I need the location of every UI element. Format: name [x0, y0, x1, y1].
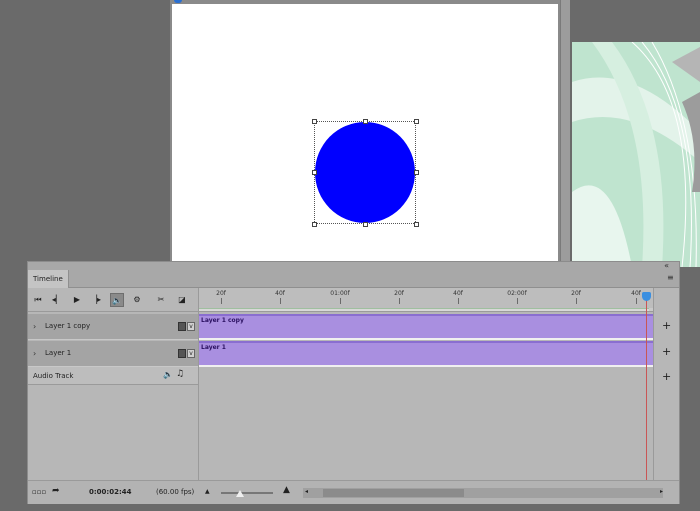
split-scissors-icon[interactable]: ✂ [154, 293, 168, 307]
film-strip-icon [178, 322, 186, 331]
panel-top-bar: « [28, 262, 679, 270]
transform-handle[interactable] [363, 119, 368, 124]
scroll-left-icon[interactable]: ◂ [305, 488, 308, 495]
panel-menu-icon[interactable]: ≡ [667, 274, 675, 282]
expand-chevron-icon[interactable]: › [33, 349, 36, 358]
play-icon[interactable]: ▶ [70, 293, 84, 307]
transform-handle[interactable] [363, 222, 368, 227]
settings-icon[interactable]: ⚙ [130, 293, 144, 307]
frame-animation-icon[interactable]: ▫▫▫ [32, 488, 46, 496]
timeline-footer: ▫▫▫ ➦ 0:00:02:44 (60.00 fps) ▲ ▲ ◂ ▸ [28, 480, 679, 504]
go-to-first-frame-icon[interactable]: ⏮ [31, 293, 45, 307]
clip-keyframe-lane [199, 365, 654, 367]
ruler-label: 02:00f [507, 290, 527, 297]
playback-controls: ⏮ ◂▏ ▶ ▕▸ 🔈 ⚙ ✂ ◪ [28, 288, 198, 312]
layer-row[interactable]: › Layer 1 copy v [28, 314, 198, 340]
playhead-handle[interactable] [642, 292, 651, 301]
audio-track-row[interactable]: Audio Track 🔈 ♫ [28, 367, 198, 385]
scrollbar-thumb[interactable] [323, 489, 464, 497]
film-strip-icon [178, 349, 186, 358]
add-audio-button[interactable]: + [662, 370, 671, 383]
audio-toggle-icon[interactable]: 🔈 [110, 293, 124, 307]
transform-handle[interactable] [312, 170, 317, 175]
ruler-label: 20f [571, 290, 581, 297]
collapse-panel-icon[interactable]: « [664, 262, 669, 270]
zoom-slider-thumb[interactable] [236, 490, 244, 497]
clip-label: Layer 1 copy [201, 317, 244, 324]
add-media-column: + + + [653, 288, 679, 480]
add-media-button[interactable]: + [662, 345, 671, 358]
speaker-icon[interactable]: 🔈 [163, 370, 173, 379]
timeline-tracks-area[interactable]: 20f 40f 01:00f 20f 40f 02:00f 20f 40f La… [198, 288, 654, 480]
audio-track-label: Audio Track [33, 372, 74, 380]
zoom-in-icon[interactable]: ▲ [283, 485, 290, 495]
transform-handle[interactable] [414, 222, 419, 227]
ruler-label: 40f [275, 290, 285, 297]
playhead-line [646, 294, 647, 480]
ruler-label: 40f [631, 290, 641, 297]
document-corner-marker [174, 0, 182, 3]
zoom-slider[interactable] [221, 492, 273, 494]
render-video-icon[interactable]: ➦ [52, 486, 60, 496]
ruler-label: 01:00f [330, 290, 350, 297]
document-vertical-scrollbar[interactable] [560, 0, 570, 262]
background-artwork [572, 42, 700, 267]
timeline-layers-column: ⏮ ◂▏ ▶ ▕▸ 🔈 ⚙ ✂ ◪ › Layer 1 copy v › Lay… [28, 288, 198, 480]
work-area-fill [199, 308, 649, 311]
chevron-down-icon[interactable]: v [187, 322, 195, 331]
ruler-label: 20f [216, 290, 226, 297]
time-ruler[interactable]: 20f 40f 01:00f 20f 40f 02:00f 20f 40f [199, 288, 654, 312]
clip-label: Layer 1 [201, 344, 226, 351]
previous-frame-icon[interactable]: ◂▏ [50, 293, 64, 307]
next-frame-icon[interactable]: ▕▸ [89, 293, 103, 307]
add-media-button[interactable]: + [662, 319, 671, 332]
music-note-icon[interactable]: ♫ [176, 369, 184, 379]
timeline-horizontal-scrollbar[interactable] [303, 488, 663, 498]
scroll-right-icon[interactable]: ▸ [660, 488, 663, 495]
video-clip[interactable]: Layer 1 copy [199, 314, 654, 338]
transform-handle[interactable] [312, 222, 317, 227]
zoom-out-icon[interactable]: ▲ [205, 488, 210, 495]
frame-rate-label: (60.00 fps) [156, 488, 195, 496]
layer-name: Layer 1 copy [45, 322, 91, 330]
clip-keyframe-lane [199, 338, 654, 340]
ruler-label: 40f [453, 290, 463, 297]
layer-name: Layer 1 [45, 349, 72, 357]
chevron-down-icon[interactable]: v [187, 349, 195, 358]
current-timecode[interactable]: 0:00:02:44 [89, 488, 132, 496]
timeline-panel: « Timeline ≡ ⏮ ◂▏ ▶ ▕▸ 🔈 ⚙ ✂ ◪ › Layer 1… [27, 261, 680, 504]
blue-circle-shape[interactable] [315, 122, 415, 223]
expand-chevron-icon[interactable]: › [33, 322, 36, 331]
transition-icon[interactable]: ◪ [175, 293, 189, 307]
transform-handle[interactable] [312, 119, 317, 124]
transform-handle[interactable] [414, 170, 419, 175]
ruler-label: 20f [394, 290, 404, 297]
panel-tab-row: Timeline ≡ [28, 270, 679, 288]
tab-timeline[interactable]: Timeline [28, 270, 69, 288]
transform-handle[interactable] [414, 119, 419, 124]
layer-row[interactable]: › Layer 1 v [28, 341, 198, 367]
video-clip[interactable]: Layer 1 [199, 341, 654, 365]
